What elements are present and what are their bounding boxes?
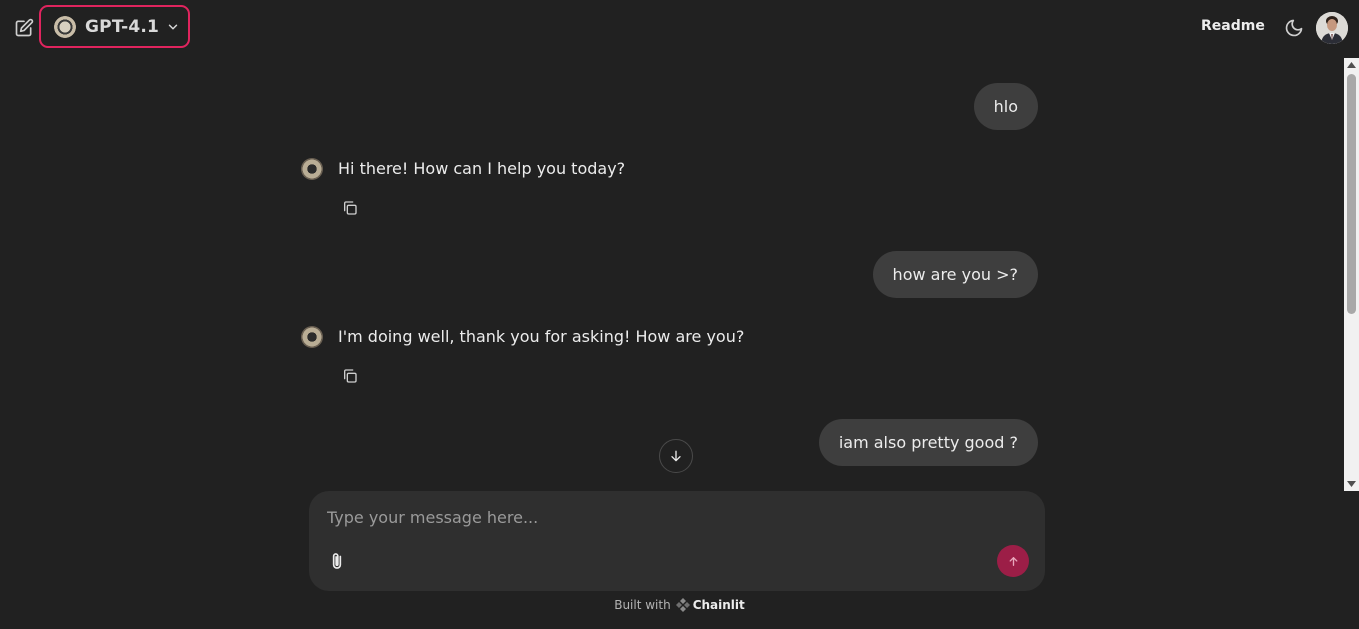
footer-built-with: Built with <box>614 598 671 612</box>
send-button[interactable] <box>997 545 1029 577</box>
new-chat-icon <box>15 18 34 37</box>
copy-icon <box>344 369 357 383</box>
paperclip-icon <box>332 553 342 569</box>
arrow-down-icon <box>671 450 681 462</box>
user-message: how are you >? <box>872 251 1038 298</box>
theme-toggle-button[interactable] <box>1283 17 1305 39</box>
message-composer <box>309 491 1045 591</box>
chat-app: GPT-4.1 Readme hlo Hi there! How can I h… <box>0 0 1359 629</box>
copy-icon <box>344 201 357 215</box>
copy-button[interactable] <box>341 367 359 385</box>
assistant-message: I'm doing well, thank you for asking! Ho… <box>301 326 745 348</box>
assistant-avatar-icon <box>301 326 323 348</box>
scroll-to-bottom-button[interactable] <box>659 439 693 473</box>
assistant-message-text: Hi there! How can I help you today? <box>338 159 626 178</box>
model-name: GPT-4.1 <box>85 16 160 37</box>
assistant-message-text: I'm doing well, thank you for asking! Ho… <box>338 327 745 346</box>
arrow-up-icon <box>1009 556 1017 566</box>
model-selector[interactable]: GPT-4.1 <box>39 5 190 48</box>
chevron-down-icon <box>166 20 180 34</box>
scrollbar[interactable] <box>1344 58 1359 491</box>
user-avatar[interactable] <box>1316 12 1348 44</box>
scroll-down-arrow[interactable] <box>1344 477 1359 491</box>
new-chat-button[interactable] <box>12 16 36 40</box>
assistant-message: Hi there! How can I help you today? <box>301 158 626 180</box>
copy-button[interactable] <box>341 199 359 217</box>
message-input[interactable] <box>325 503 1009 531</box>
avatar-portrait-icon <box>1316 12 1348 44</box>
moon-icon <box>1285 19 1303 37</box>
footer-brand[interactable]: Chainlit <box>693 598 745 612</box>
model-logo-icon <box>54 15 76 38</box>
assistant-avatar-icon <box>301 158 323 180</box>
user-message: hlo <box>973 83 1038 130</box>
readme-link[interactable]: Readme <box>1201 18 1265 34</box>
user-message: iam also pretty good ? <box>818 419 1038 466</box>
scrollbar-thumb[interactable] <box>1347 74 1356 314</box>
chainlit-logo-icon <box>675 598 690 612</box>
attach-file-button[interactable] <box>326 549 348 573</box>
scroll-up-arrow[interactable] <box>1344 58 1359 72</box>
footer: Built with Chainlit <box>0 598 1359 612</box>
